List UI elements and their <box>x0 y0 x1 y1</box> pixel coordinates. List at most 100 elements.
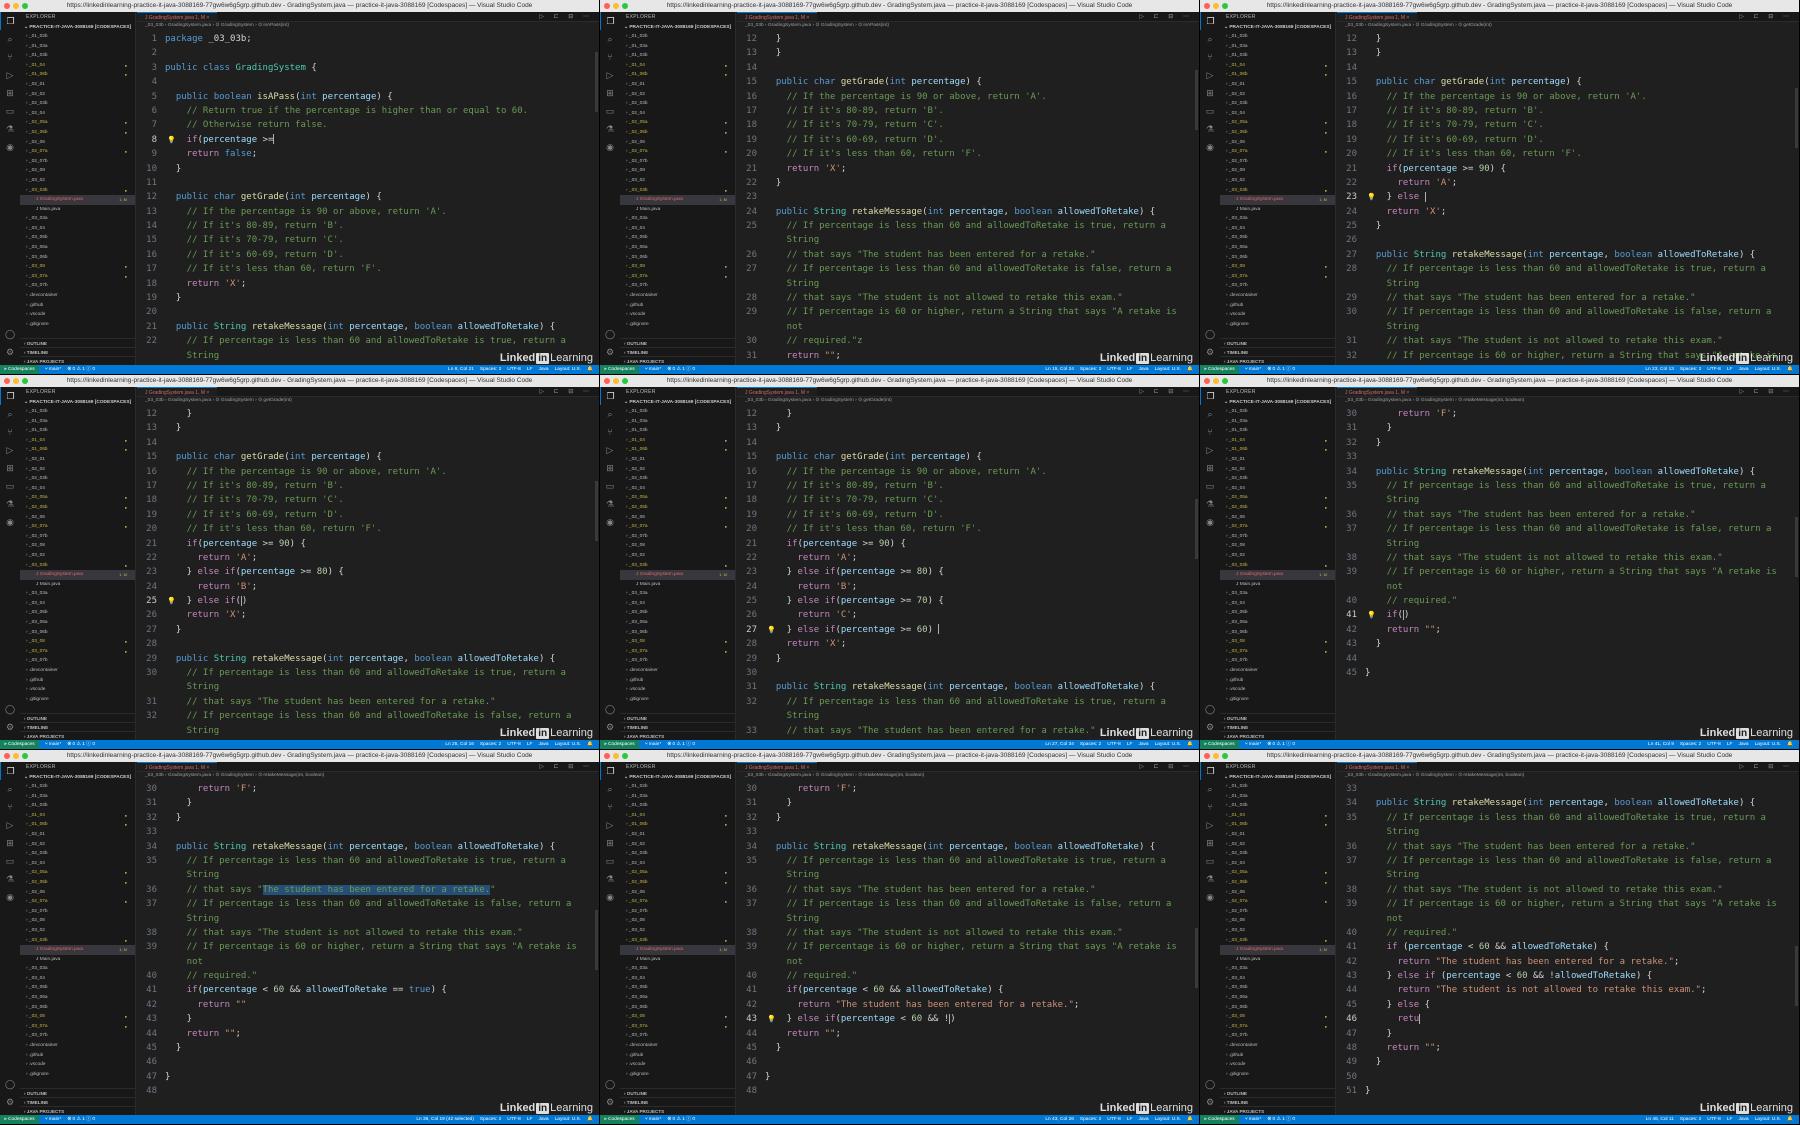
explorer-tree-item[interactable]: › _03_03b ● <box>620 186 735 196</box>
search-icon[interactable]: ⌕ <box>0 405 20 423</box>
keyboard-layout[interactable]: Layout: U.S. <box>1155 1115 1181 1124</box>
minimize-window-button[interactable] <box>13 3 19 9</box>
tab-grading-system-java[interactable]: J GradingSystem.java 1, M × <box>137 12 218 21</box>
explorer-tree-item[interactable]: › _03_03b ● <box>620 561 735 571</box>
zoom-window-button[interactable] <box>622 378 628 384</box>
testing-icon[interactable]: ⚗ <box>1200 120 1220 138</box>
explorer-tree-item[interactable]: › .github <box>1220 301 1335 311</box>
explorer-tree-item[interactable]: › _03_02 <box>620 926 735 936</box>
explorer-tree-item[interactable]: › _02_02 <box>1220 90 1335 100</box>
sidebar-section-outline[interactable]: › OUTLINE <box>1220 713 1335 722</box>
vertical-scrollbar[interactable] <box>591 32 599 365</box>
explorer-tree-item[interactable]: J Main.java <box>20 580 135 590</box>
account-icon[interactable]: ◯ <box>600 1075 620 1093</box>
explorer-tree-item[interactable]: › _03_05b <box>1220 608 1335 618</box>
files-icon[interactable]: ❐ <box>1200 387 1220 405</box>
explorer-tree-item[interactable]: › _01_02b <box>20 782 135 792</box>
remote-explorer-icon[interactable]: ▭ <box>0 102 20 120</box>
explorer-tree-item[interactable]: › _03_07a ● <box>620 1022 735 1032</box>
explorer-tree-item[interactable]: › _02_07a ● <box>1220 522 1335 532</box>
tab-grading-system-java[interactable]: J GradingSystem.java 1, M × <box>137 762 218 771</box>
manage-gear-icon[interactable]: ⚙ <box>1200 343 1220 361</box>
traffic-lights[interactable] <box>604 753 628 759</box>
explorer-tree-item[interactable]: › _02_01 <box>20 830 135 840</box>
explorer-tree-item[interactable]: › _03_06b <box>620 253 735 263</box>
explorer-tree-item[interactable]: › _01_03a <box>620 42 735 52</box>
explorer-tree-item[interactable]: › _02_07b <box>620 907 735 917</box>
breadcrumb[interactable]: _03_03b › GradingSystem.java › ⊙ Grading… <box>1337 772 1799 780</box>
run-debug-icon[interactable]: ▷ <box>0 441 20 459</box>
explorer-tree-item[interactable]: › _01_03a <box>620 792 735 802</box>
minimize-window-button[interactable] <box>1213 378 1219 384</box>
tab-grading-system-java[interactable]: J GradingSystem.java 1, M × <box>1337 762 1418 771</box>
explorer-tree-item[interactable]: › _03_03b ● <box>1220 561 1335 571</box>
breadcrumb[interactable]: _03_03b › GradingSystem.java › ⊙ Grading… <box>137 772 599 780</box>
lightbulb-icon[interactable]: 💡 <box>767 1012 776 1026</box>
sidebar-section-timeline[interactable]: › TIMELINE <box>620 1097 735 1106</box>
manage-gear-icon[interactable]: ⚙ <box>600 1093 620 1111</box>
breadcrumb[interactable]: _03_03b › GradingSystem.java › ⊙ Grading… <box>737 22 1199 30</box>
explorer-tree-item[interactable]: › _02_07b <box>1220 907 1335 917</box>
explorer-tree-item[interactable]: › _01_03b <box>620 801 735 811</box>
explorer-tree-item[interactable]: › _02_03b <box>620 99 735 109</box>
source-control-icon[interactable]: ⑂ <box>600 423 620 441</box>
github-icon[interactable]: ◉ <box>0 888 20 906</box>
github-icon[interactable]: ◉ <box>1200 138 1220 156</box>
cursor-position[interactable]: Ln 41, Col 9 <box>1648 740 1674 749</box>
explorer-tree-item[interactable]: J GradingSystem.java 1, M <box>620 945 735 955</box>
explorer-tree-item[interactable]: › _03_02 <box>1220 176 1335 186</box>
editor-actions[interactable]: ▷ ⊏ ⊟ ⋯ <box>539 387 599 396</box>
explorer-tree-item[interactable]: › _03_07b <box>620 656 735 666</box>
testing-icon[interactable]: ⚗ <box>600 870 620 888</box>
explorer-tree-item[interactable]: › _03_05b <box>20 608 135 618</box>
zoom-window-button[interactable] <box>22 753 28 759</box>
remote-explorer-icon[interactable]: ▭ <box>0 852 20 870</box>
explorer-tree-item[interactable]: › _03_02 <box>1220 926 1335 936</box>
explorer-tree-item[interactable]: J GradingSystem.java 1, M <box>1220 945 1335 955</box>
run-debug-icon[interactable]: ▷ <box>0 816 20 834</box>
explorer-tree-item[interactable]: › _02_06 <box>20 513 135 523</box>
explorer-tree-item[interactable]: › _03_05b <box>620 233 735 243</box>
explorer-tree-item[interactable]: › .gitignore <box>1220 320 1335 330</box>
explorer-tree-item[interactable]: › _02_07a ● <box>1220 897 1335 907</box>
keyboard-layout[interactable]: Layout: U.S. <box>555 1115 581 1124</box>
explorer-tree-item[interactable]: J Main.java <box>1220 580 1335 590</box>
explorer-tree-item[interactable]: › _03_05b <box>20 983 135 993</box>
notifications-bell-icon[interactable]: 🔔 <box>1787 365 1793 374</box>
explorer-tree-item[interactable]: › _02_04 <box>620 484 735 494</box>
manage-gear-icon[interactable]: ⚙ <box>0 718 20 736</box>
notifications-bell-icon[interactable]: 🔔 <box>587 1115 593 1124</box>
explorer-tree-item[interactable]: › _03_07a ● <box>620 647 735 657</box>
files-icon[interactable]: ❐ <box>600 12 620 30</box>
editor-actions[interactable]: ▷ ⊏ ⊟ ⋯ <box>1139 387 1199 396</box>
minimize-window-button[interactable] <box>613 3 619 9</box>
remote-indicator[interactable]: ⫸ Codespaces <box>1200 365 1239 374</box>
indentation[interactable]: Spaces: 2 <box>1080 1115 1101 1124</box>
github-icon[interactable]: ◉ <box>0 138 20 156</box>
branch-indicator[interactable]: ⑂ main* <box>45 365 61 374</box>
tab-grading-system-java[interactable]: J GradingSystem.java 1, M × <box>1337 387 1418 396</box>
explorer-tree-item[interactable]: › _02_02 <box>20 465 135 475</box>
manage-gear-icon[interactable]: ⚙ <box>600 718 620 736</box>
source-control-icon[interactable]: ⑂ <box>1200 48 1220 66</box>
explorer-tree-item[interactable]: › _02_06 <box>620 138 735 148</box>
sidebar-section-timeline[interactable]: › TIMELINE <box>1220 347 1335 356</box>
sidebar-section-outline[interactable]: › OUTLINE <box>620 713 735 722</box>
explorer-tree-item[interactable]: › _03_04 <box>620 224 735 234</box>
problems-indicator[interactable]: ⊗ 0 ⚠ 1 ⓘ 0 <box>67 740 95 749</box>
explorer-tree-item[interactable]: › .gitignore <box>620 320 735 330</box>
breadcrumb[interactable]: _03_03b › GradingSystem.java › ⊙ Grading… <box>1337 397 1799 405</box>
explorer-tree-item[interactable]: › _02_05a ● <box>1220 868 1335 878</box>
explorer-tree-item[interactable]: J GradingSystem.java 1, M <box>1220 570 1335 580</box>
explorer-tree-item[interactable]: › _02_03b <box>620 849 735 859</box>
notifications-bell-icon[interactable]: 🔔 <box>1187 365 1193 374</box>
search-icon[interactable]: ⌕ <box>0 30 20 48</box>
explorer-tree-item[interactable]: › _03_03b ● <box>20 561 135 571</box>
explorer-tree-item[interactable]: › _03_07b <box>620 281 735 291</box>
manage-gear-icon[interactable]: ⚙ <box>1200 1093 1220 1111</box>
explorer-tree-item[interactable]: › _02_02 <box>1220 840 1335 850</box>
language-mode[interactable]: Java <box>1738 1115 1748 1124</box>
remote-indicator[interactable]: ⫸ Codespaces <box>1200 740 1239 749</box>
explorer-tree-item[interactable]: › _02_07a ● <box>20 522 135 532</box>
testing-icon[interactable]: ⚗ <box>600 120 620 138</box>
